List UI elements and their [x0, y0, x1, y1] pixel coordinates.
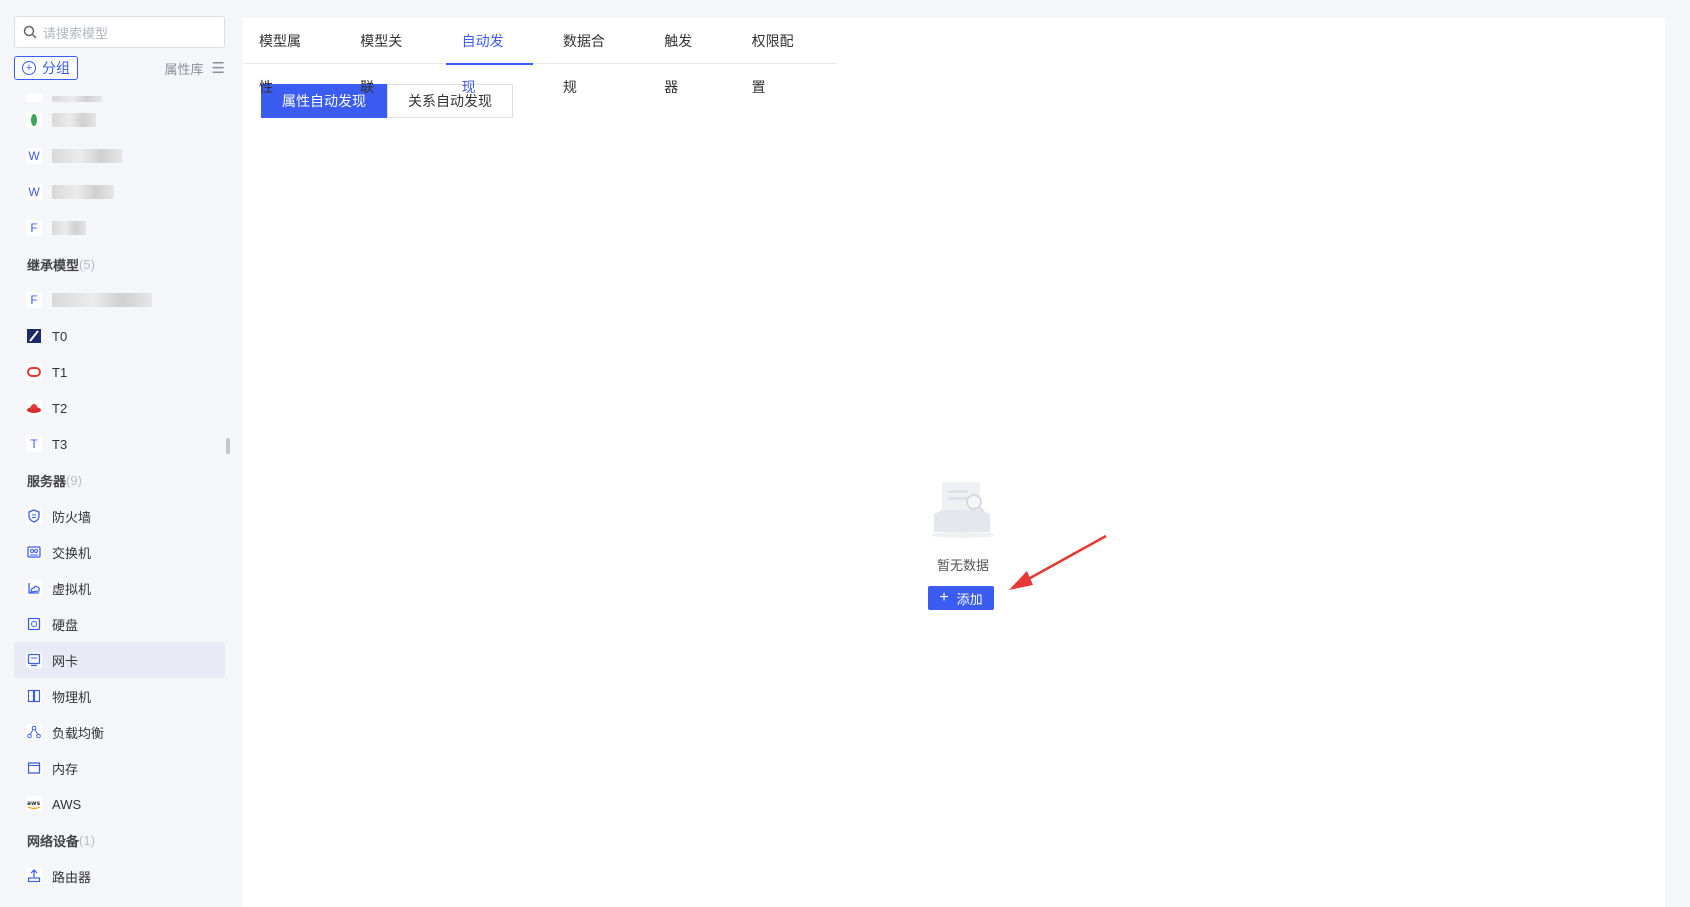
group-header-network[interactable]: 网络设备 (1): [14, 822, 226, 858]
tree-item-label: AWS: [52, 796, 82, 812]
search-icon: [23, 25, 37, 39]
tree-item-label: 内存: [52, 761, 79, 777]
main-panel: 模型属性 模型关联 自动发现 数据合规 触发器 权限配置 属性自动发现 关系自动…: [243, 18, 1665, 907]
tree-item-label: 负载均衡: [52, 725, 105, 741]
tree-item-firewall[interactable]: 防火墙: [14, 498, 225, 534]
tree-item-nic[interactable]: 网卡: [14, 642, 225, 678]
subtab-relation-discovery[interactable]: 关系自动发现: [387, 84, 513, 118]
tree-item[interactable]: F: [14, 210, 225, 246]
leaf-icon: [26, 112, 42, 128]
group-count: (9): [66, 472, 82, 488]
blurred-label: [52, 221, 86, 235]
annotation-arrow: [1009, 534, 1107, 590]
tab-bar: 模型属性 模型关联 自动发现 数据合规 触发器 权限配置: [243, 18, 837, 95]
tree-item-label: T3: [52, 436, 68, 452]
add-button-label: 添加: [956, 591, 983, 607]
f-letter-icon: F: [26, 220, 42, 236]
w-letter-icon: W: [26, 184, 42, 200]
attribute-library-label: 属性库: [164, 61, 204, 77]
w-letter-icon: W: [26, 148, 42, 164]
empty-state: 暂无数据: [928, 480, 998, 574]
f-letter-icon: F: [26, 292, 42, 308]
plus-icon: +: [939, 589, 949, 606]
empty-inbox-icon: [931, 482, 995, 538]
tree-item-t0[interactable]: T0: [14, 318, 225, 354]
tree-item-label: 防火墙: [52, 509, 92, 525]
server-rack-icon: [26, 688, 42, 704]
attribute-library-link[interactable]: 属性库 ☰: [165, 59, 225, 78]
tree-item-disk[interactable]: 硬盘: [14, 606, 225, 642]
disk-icon: [26, 616, 42, 632]
tab-data-compliance[interactable]: 数据合规: [547, 18, 634, 95]
tree-item-t3[interactable]: T T3: [14, 426, 225, 462]
search-placeholder: 请搜索模型: [43, 25, 109, 41]
tree-item-label: 路由器: [52, 869, 92, 885]
empty-text: 暂无数据: [936, 558, 989, 573]
network-nodes-icon: [26, 724, 42, 740]
blurred-label: [52, 113, 96, 127]
tab-model-attributes[interactable]: 模型属性: [243, 18, 330, 95]
router-icon: [26, 868, 42, 884]
sidebar-scrollbar[interactable]: [226, 438, 230, 454]
group-button-label: 分组: [42, 60, 70, 76]
switch-icon: [26, 544, 42, 560]
model-tree: W W F 继承模型 (5) F T0 T1 T2 T T3 服务器 (9) 防…: [14, 86, 226, 894]
cloud-vm-icon: [26, 580, 42, 596]
tree-item-lb[interactable]: 负载均衡: [14, 714, 225, 750]
svg-text:aws: aws: [27, 800, 41, 807]
tree-item-label: 网卡: [52, 653, 79, 669]
tree-item-router[interactable]: 路由器: [14, 858, 225, 894]
redhat-icon: [26, 400, 42, 416]
t-letter-icon: T: [26, 436, 42, 452]
group-count: (5): [79, 256, 95, 272]
tree-item-memory[interactable]: 内存: [14, 750, 225, 786]
tree-item-label: 虚拟机: [52, 581, 92, 597]
tree-item-vm[interactable]: 虚拟机: [14, 570, 225, 606]
shield-icon: [26, 508, 42, 524]
tree-item-label: T2: [52, 400, 68, 416]
tab-permissions[interactable]: 权限配置: [736, 18, 823, 95]
blurred-label: [52, 96, 102, 102]
aws-logo-icon: aws: [26, 796, 42, 812]
menu-icon[interactable]: ☰: [212, 59, 225, 77]
tab-auto-discovery[interactable]: 自动发现: [445, 18, 534, 95]
group-header-server[interactable]: 服务器 (9): [14, 462, 226, 498]
plus-circle-icon: +: [22, 61, 36, 75]
tree-item-label: T1: [52, 364, 68, 380]
doc-icon: [26, 94, 42, 102]
group-header-inherit[interactable]: 继承模型 (5): [14, 246, 226, 282]
tree-item-label: 交换机: [52, 545, 92, 561]
tree-item-aws[interactable]: aws AWS: [14, 786, 225, 822]
tree-item[interactable]: W: [14, 138, 225, 174]
group-count: (1): [79, 832, 95, 848]
tree-item[interactable]: F: [14, 282, 225, 318]
tree-item-label: 硬盘: [52, 617, 79, 633]
add-group-button[interactable]: + 分组: [14, 56, 78, 80]
nic-icon: [26, 652, 42, 668]
tree-item-label: T0: [52, 328, 68, 344]
group-title: 继承模型: [27, 257, 80, 273]
oracle-ring-icon: [26, 364, 42, 380]
sidebar: 请搜索模型 + 分组 属性库 ☰ W W F 继承模型 (5) F T0 T1 …: [0, 0, 240, 907]
blurred-label: [52, 185, 114, 199]
tree-item[interactable]: W: [14, 174, 225, 210]
sidebar-toolbar: + 分组 属性库 ☰: [14, 56, 225, 80]
group-title: 网络设备: [27, 833, 80, 849]
tree-item-t2[interactable]: T2: [14, 390, 225, 426]
tab-model-relations[interactable]: 模型关联: [344, 18, 431, 95]
tree-item-t1[interactable]: T1: [14, 354, 225, 390]
window-icon: [26, 760, 42, 776]
slash-logo-icon: [26, 328, 42, 344]
tab-triggers[interactable]: 触发器: [648, 18, 721, 95]
blurred-label: [52, 149, 122, 163]
tree-item[interactable]: [14, 102, 225, 138]
tree-item-label: 物理机: [52, 689, 92, 705]
tree-item-physical[interactable]: 物理机: [14, 678, 225, 714]
group-title: 服务器: [27, 473, 67, 489]
search-input[interactable]: 请搜索模型: [14, 16, 225, 48]
add-button[interactable]: + 添加: [928, 586, 994, 610]
tree-item-cut[interactable]: [14, 86, 225, 102]
blurred-label: [52, 293, 152, 307]
tree-item-switch[interactable]: 交换机: [14, 534, 225, 570]
